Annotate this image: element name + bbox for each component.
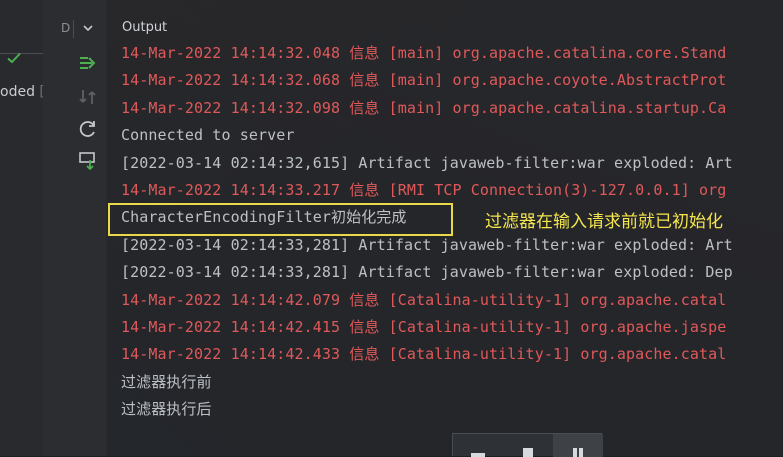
header-separator (73, 20, 74, 38)
log-line: Connected to server (121, 126, 295, 145)
log-line: 14-Mar-2022 14:14:33.217 信息 [RMI TCP Con… (121, 180, 727, 199)
log-line: 14-Mar-2022 14:14:32.098 信息 [main] org.a… (121, 98, 727, 117)
floating-toolbar-button-3[interactable] (553, 434, 603, 457)
check-icon (7, 52, 21, 64)
chevron-down-icon[interactable] (81, 21, 95, 35)
log-line: [2022-03-14 02:14:33,281] Artifact javaw… (121, 263, 733, 282)
tool-window-header: D (43, 18, 106, 40)
tool-window-toolbar: D (43, 0, 107, 456)
partial-tree-item[interactable]: oded [ (0, 84, 45, 100)
redeploy-button[interactable] (77, 86, 99, 108)
output-panel-title: Output (122, 20, 168, 35)
window-icon (471, 453, 485, 457)
log-line: 14-Mar-2022 14:14:42.079 信息 [Catalina-ut… (121, 290, 727, 309)
floating-toolbar (452, 433, 603, 457)
log-line: 14-Mar-2022 14:14:42.415 信息 [Catalina-ut… (121, 317, 727, 336)
floating-toolbar-button-2[interactable] (503, 434, 553, 457)
deploy-arrow-icon (80, 57, 96, 69)
log-line: 过滤器执行前 (121, 372, 212, 391)
log-line: 14-Mar-2022 14:14:32.068 信息 [main] org.a… (121, 71, 727, 90)
log-line: 14-Mar-2022 14:14:32.048 信息 [main] org.a… (121, 44, 727, 62)
log-line: 14-Mar-2022 14:14:42.433 信息 [Catalina-ut… (121, 345, 727, 364)
partial-tree-item-label: oded (0, 84, 35, 100)
refresh-icon (79, 121, 95, 137)
log-line: [2022-03-14 02:14:32,615] Artifact javaw… (121, 153, 733, 172)
tool-window-header-letter: D (61, 21, 71, 35)
download-icon (79, 152, 95, 171)
deploy-button[interactable] (77, 52, 99, 74)
update-button[interactable] (77, 150, 99, 172)
floating-toolbar-button-1[interactable] (453, 434, 503, 457)
redeploy-icon (79, 90, 96, 104)
log-line: 过滤器执行后 (121, 400, 212, 419)
annotation-callout: 过滤器在输入请求前就已初始化 (485, 212, 723, 232)
services-tree-panel: oded [ (0, 0, 45, 456)
log-line: [2022-03-14 02:14:33,281] Artifact javaw… (121, 235, 733, 254)
refresh-button[interactable] (77, 118, 99, 140)
